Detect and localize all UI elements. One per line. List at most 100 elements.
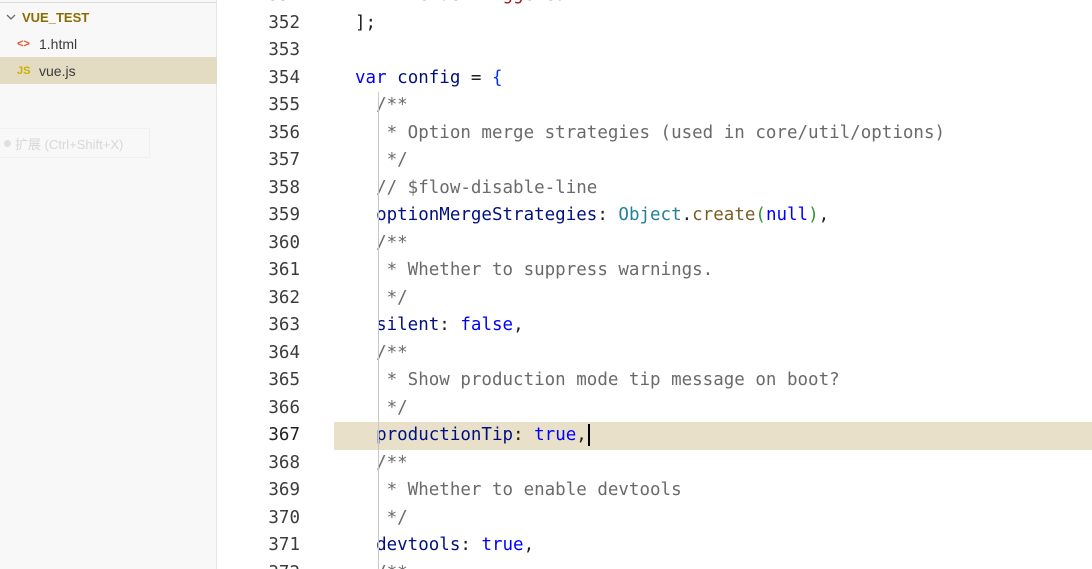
explorer-project-header[interactable]: VUE_TEST bbox=[0, 2, 217, 31]
code-token: : bbox=[513, 425, 535, 445]
code-token: /** bbox=[355, 452, 408, 473]
code-line[interactable]: 363 silent: false, bbox=[218, 312, 1092, 340]
code-token: */ bbox=[355, 397, 408, 418]
line-number: 372 bbox=[218, 560, 300, 569]
extensions-icon bbox=[4, 139, 11, 147]
file-item-1-html[interactable]: <> 1.html bbox=[0, 30, 217, 57]
code-text: ]; bbox=[355, 10, 376, 38]
line-number: 370 bbox=[268, 507, 300, 528]
code-text: productionTip: true, bbox=[355, 422, 590, 450]
code-line[interactable]: 358 // $flow-disable-line bbox=[218, 175, 1092, 203]
code-token: * Option merge strategies (used in core/… bbox=[355, 122, 946, 143]
code-line[interactable]: 368 /** bbox=[218, 450, 1092, 478]
code-token: : bbox=[460, 535, 482, 555]
code-line[interactable]: 364 /** bbox=[218, 340, 1092, 368]
code-token: 'renderTriggered' bbox=[355, 0, 576, 5]
line-number: 356 bbox=[268, 122, 300, 143]
code-token: // $flow-disable-line bbox=[355, 177, 598, 198]
code-line[interactable]: 362 */ bbox=[218, 285, 1092, 313]
code-token: , bbox=[523, 535, 535, 555]
code-line[interactable]: 371 devtools: true, bbox=[218, 532, 1092, 560]
explorer-sidebar: VUE_TEST <> 1.html JS vue.js 扩展 (Ctrl+Sh… bbox=[0, 0, 217, 569]
code-text: /** bbox=[355, 560, 408, 569]
code-token: true bbox=[481, 535, 524, 555]
code-line[interactable]: 357 */ bbox=[218, 147, 1092, 175]
code-line-current[interactable]: 367 productionTip: true, bbox=[218, 422, 1092, 450]
code-token: true bbox=[534, 425, 577, 445]
code-token: * Show production mode tip message on bo… bbox=[355, 370, 840, 390]
code-line[interactable]: 352]; bbox=[218, 10, 1092, 38]
code-token: = bbox=[460, 67, 492, 88]
code-token: null bbox=[765, 205, 809, 225]
code-token: */ bbox=[355, 507, 408, 528]
indent-guide bbox=[378, 92, 379, 569]
code-line[interactable]: 360 /** bbox=[218, 230, 1092, 258]
code-token: ( bbox=[755, 205, 766, 225]
code-line[interactable]: 355 /** bbox=[218, 92, 1092, 120]
code-token: /** bbox=[355, 563, 408, 569]
code-text: * Whether to suppress warnings. bbox=[355, 257, 714, 285]
code-line[interactable]: 370 */ bbox=[218, 505, 1092, 533]
line-number: 358 bbox=[268, 177, 300, 198]
code-text: * Show production mode tip message on bo… bbox=[355, 367, 840, 395]
file-name: 1.html bbox=[39, 35, 78, 52]
code-token: optionMergeStrategies bbox=[355, 205, 598, 225]
code-text: /** bbox=[355, 92, 408, 120]
line-number: 368 bbox=[268, 452, 300, 473]
tooltip-text: 扩展 (Ctrl+Shift+X) bbox=[15, 136, 124, 152]
line-number: 360 bbox=[268, 232, 300, 253]
file-item-vue-js[interactable]: JS vue.js bbox=[0, 57, 217, 84]
code-token: { bbox=[491, 67, 503, 88]
code-token: silent bbox=[355, 315, 440, 335]
code-line[interactable]: 361 * Whether to suppress warnings. bbox=[218, 257, 1092, 285]
line-number: 355 bbox=[268, 95, 300, 115]
code-text: */ bbox=[355, 395, 408, 423]
code-token: . bbox=[681, 205, 693, 225]
line-number: 353 bbox=[268, 40, 300, 60]
code-token: ) bbox=[808, 205, 819, 225]
code-line[interactable]: 359 optionMergeStrategies: Object.create… bbox=[218, 202, 1092, 230]
code-line[interactable]: 369 * Whether to enable devtools bbox=[218, 477, 1092, 505]
code-text: /** bbox=[355, 450, 408, 478]
code-line[interactable]: 366 */ bbox=[218, 395, 1092, 423]
code-text: optionMergeStrategies: Object.create(nul… bbox=[355, 202, 829, 230]
code-token: , bbox=[513, 315, 524, 335]
code-token: config bbox=[397, 67, 461, 88]
line-number: 354 bbox=[268, 67, 300, 88]
line-number: 369 bbox=[268, 480, 300, 500]
line-number: 359 bbox=[268, 205, 300, 225]
line-number: 352 bbox=[268, 12, 300, 33]
line-number: 366 bbox=[268, 397, 300, 418]
code-token: , bbox=[818, 205, 830, 225]
file-name: vue.js bbox=[39, 62, 76, 79]
code-text: */ bbox=[355, 505, 408, 533]
code-editor[interactable]: 351 'renderTriggered'352];353354var conf… bbox=[218, 0, 1092, 569]
code-line[interactable]: 351 'renderTriggered' bbox=[218, 0, 1092, 10]
line-number: 363 bbox=[268, 315, 300, 335]
code-line[interactable]: 365 * Show production mode tip message o… bbox=[218, 367, 1092, 395]
code-line[interactable]: 354 var config = { bbox=[218, 65, 1092, 93]
code-line[interactable]: 353 bbox=[218, 37, 1092, 65]
code-text: devtools: true, bbox=[355, 532, 534, 560]
code-text: * Whether to enable devtools bbox=[355, 477, 682, 505]
line-number: 357 bbox=[268, 150, 300, 170]
code-text: // $flow-disable-line bbox=[355, 175, 597, 203]
chevron-down-icon[interactable] bbox=[0, 14, 22, 21]
code-token: */ bbox=[355, 287, 408, 308]
code-token: /** bbox=[355, 95, 408, 115]
extensions-tooltip: 扩展 (Ctrl+Shift+X) bbox=[0, 128, 150, 158]
code-token: /** bbox=[355, 232, 408, 253]
code-text: silent: false, bbox=[355, 312, 524, 340]
code-text: var config = { bbox=[355, 65, 503, 93]
code-token: * Whether to enable devtools bbox=[355, 480, 682, 500]
line-number: 371 bbox=[268, 535, 300, 555]
code-token: create bbox=[692, 205, 756, 225]
line-number: 361 bbox=[268, 260, 300, 280]
code-token: * Whether to suppress warnings. bbox=[355, 260, 714, 280]
code-token: /** bbox=[355, 342, 408, 363]
code-text: /** bbox=[355, 230, 408, 258]
code-token: */ bbox=[355, 150, 408, 170]
code-line[interactable]: 372 /** bbox=[218, 560, 1092, 569]
code-line[interactable]: 356 * Option merge strategies (used in c… bbox=[218, 120, 1092, 148]
